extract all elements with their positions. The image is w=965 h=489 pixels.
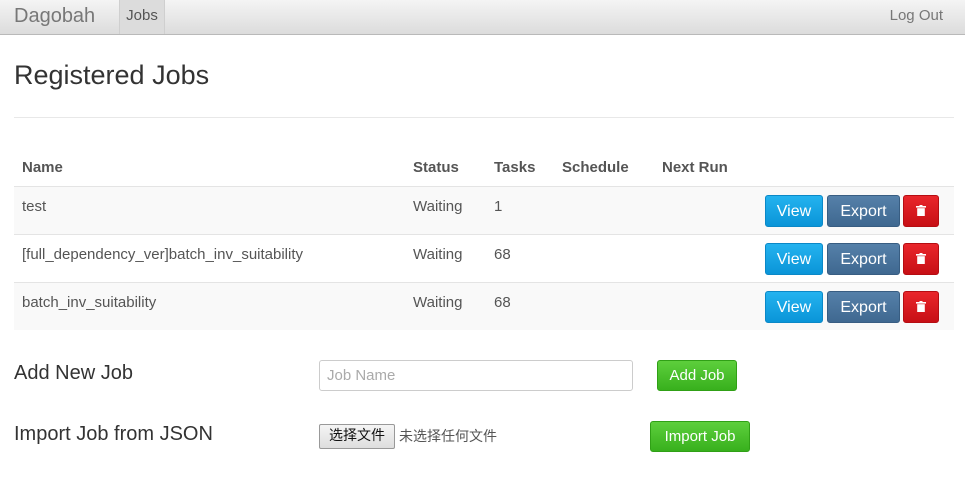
trash-icon <box>916 204 926 216</box>
trash-icon <box>916 300 926 312</box>
add-job-button[interactable]: Add Job <box>657 360 737 391</box>
job-tasks-cell: 68 <box>494 294 511 311</box>
file-status-text: 未选择任何文件 <box>399 429 497 445</box>
export-button[interactable]: Export <box>827 243 900 275</box>
import-job-label: Import Job from JSON <box>14 423 213 445</box>
choose-file-button[interactable]: 选择文件 <box>319 424 395 449</box>
delete-button[interactable] <box>903 291 939 323</box>
view-button[interactable]: View <box>765 195 823 227</box>
column-header-next-run: Next Run <box>662 159 728 176</box>
job-status-cell: Waiting <box>413 246 463 263</box>
table-row: test Waiting 1 View Export <box>14 186 954 234</box>
delete-button[interactable] <box>903 243 939 275</box>
job-tasks-cell: 1 <box>494 198 503 215</box>
brand-logo[interactable]: Dagobah <box>14 5 95 28</box>
export-button[interactable]: Export <box>827 291 900 323</box>
title-divider <box>14 117 954 118</box>
table-row: batch_inv_suitability Waiting 68 View Ex… <box>14 282 954 330</box>
column-header-schedule: Schedule <box>562 159 629 176</box>
export-button[interactable]: Export <box>827 195 900 227</box>
logout-link[interactable]: Log Out <box>890 7 943 24</box>
job-tasks-cell: 68 <box>494 246 511 263</box>
job-status-cell: Waiting <box>413 198 463 215</box>
import-job-button[interactable]: Import Job <box>650 421 750 452</box>
job-status-cell: Waiting <box>413 294 463 311</box>
view-button[interactable]: View <box>765 243 823 275</box>
table-row: [full_dependency_ver]batch_inv_suitabili… <box>14 234 954 282</box>
job-name-input[interactable] <box>319 360 633 391</box>
nav-tab-jobs[interactable]: Jobs <box>119 0 165 34</box>
job-name-cell: batch_inv_suitability <box>22 294 157 311</box>
column-header-status: Status <box>413 159 459 176</box>
add-job-label: Add New Job <box>14 362 133 384</box>
job-name-cell: test <box>22 198 47 215</box>
trash-icon <box>916 252 926 264</box>
page-title: Registered Jobs <box>14 60 210 90</box>
column-header-tasks: Tasks <box>494 159 536 176</box>
job-name-cell: [full_dependency_ver]batch_inv_suitabili… <box>22 246 304 263</box>
column-header-name: Name <box>22 159 63 176</box>
top-navbar: Dagobah Jobs Log Out <box>0 0 965 35</box>
delete-button[interactable] <box>903 195 939 227</box>
view-button[interactable]: View <box>765 291 823 323</box>
